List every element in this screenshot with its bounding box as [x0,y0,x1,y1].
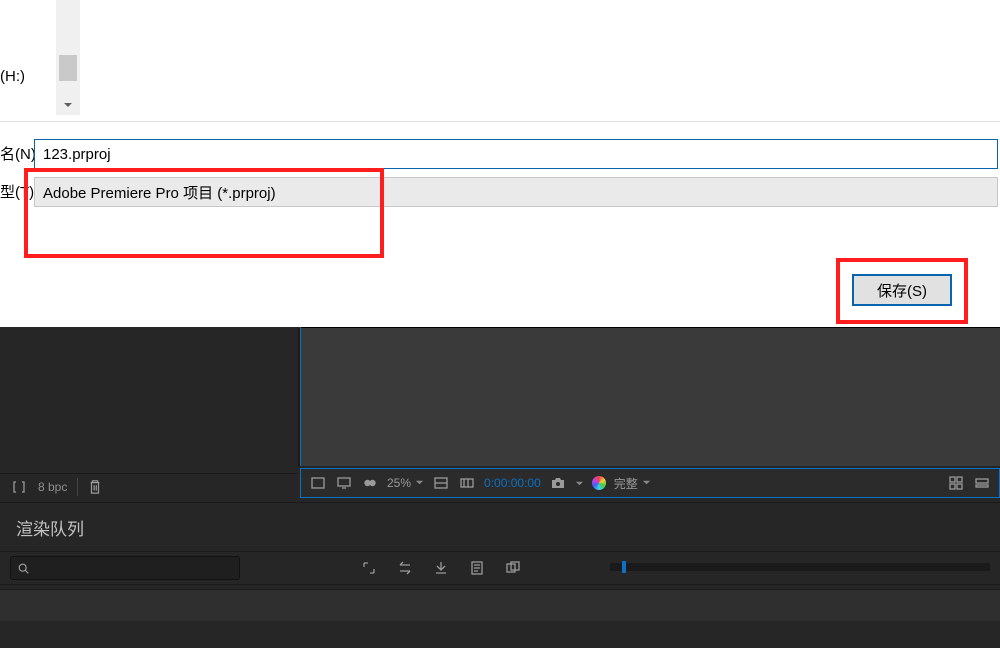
filename-input[interactable] [34,139,998,169]
snapshot-icon[interactable] [549,474,567,492]
render-progress-track [610,563,990,571]
output-module-icon[interactable] [432,559,450,577]
bpc-label: 8 bpc [38,480,67,494]
dialog-divider [0,121,1000,122]
project-panel [0,327,298,492]
exposure-icon[interactable] [458,474,476,492]
tool-icon-group [360,559,522,577]
preview-panel-active-border [300,327,301,466]
filetype-row: 型(T): Adobe Premiere Pro 项目 (*.prproj) [0,178,1000,206]
trash-icon[interactable] [88,479,102,495]
channel-icon[interactable] [432,474,450,492]
status-bar [0,589,1000,621]
editor-area: 8 bpc 25% 0:00:00:00 完整 渲染队列 [0,327,1000,648]
monitor-icon[interactable] [335,474,353,492]
color-management-icon[interactable] [592,476,606,490]
divider [77,478,78,496]
chevron-down-icon[interactable] [575,476,584,491]
preview-footer: 25% 0:00:00:00 完整 [300,468,1000,498]
drive-label: (H:) [0,68,25,85]
timecode-display[interactable]: 0:00:00:00 [484,476,541,490]
folder-scrollbar-down[interactable] [56,94,80,115]
preview-panel [300,327,1000,466]
project-panel-footer: 8 bpc [0,473,298,499]
render-queue-panel: 渲染队列 [0,502,1000,597]
search-input[interactable] [10,556,240,580]
filetype-dropdown[interactable]: Adobe Premiere Pro 项目 (*.prproj) [34,177,998,207]
quality-value: 完整 [614,475,638,492]
save-button-label: 保存(S) [877,283,927,300]
filetype-label: 型(T): [0,181,38,202]
composition-flow-icon[interactable] [360,559,378,577]
folder-pane: (H:) [0,0,1000,122]
bracket-icon[interactable] [10,478,28,496]
save-button[interactable]: 保存(S) [852,274,952,306]
grid-icon[interactable] [947,474,965,492]
zoom-value: 25% [387,476,411,490]
render-progress-marker[interactable] [622,561,626,573]
mask-icon[interactable] [361,474,379,492]
zoom-dropdown[interactable]: 25% [387,476,424,490]
chevron-down-icon [415,476,424,490]
queue-in-ame-icon[interactable] [504,559,522,577]
render-queue-title: 渲染队列 [16,515,84,540]
chevron-down-icon [642,476,651,490]
folder-scrollbar-thumb[interactable] [59,55,77,81]
filetype-value: Adobe Premiere Pro 项目 (*.prproj) [43,182,276,203]
save-dialog: (H:) 名(N): 型(T): Adobe Premiere Pro 项目 (… [0,0,1000,327]
filename-row: 名(N): [0,140,1000,168]
render-settings-icon[interactable] [396,559,414,577]
log-icon[interactable] [468,559,486,577]
timeline-icon[interactable] [973,474,991,492]
boundary-icon[interactable] [309,474,327,492]
quality-dropdown[interactable]: 完整 [614,475,651,492]
